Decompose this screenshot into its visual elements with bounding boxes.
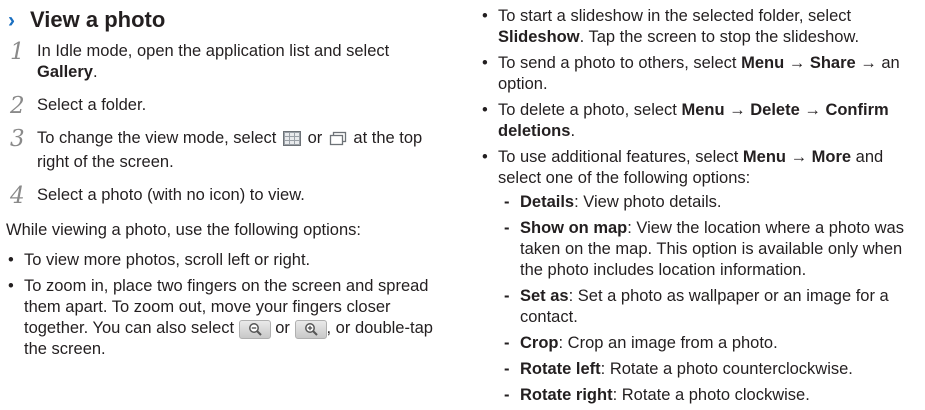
bullet-text: To delete a photo, select	[498, 101, 682, 119]
options-intro: While viewing a photo, use the following…	[6, 221, 361, 239]
bullet-slideshow: To start a slideshow in the selected fol…	[480, 6, 920, 48]
option-rotate-right: Rotate right: Rotate a photo clockwise.	[480, 385, 920, 406]
step-1: 1 In Idle mode, open the application lis…	[6, 39, 446, 83]
bullet-keyword: More	[811, 148, 852, 166]
step-number: 3	[10, 126, 25, 152]
bullet-delete: To delete a photo, select Menu → Delete …	[480, 100, 920, 142]
option-set-as: Set as: Set a photo as wallpaper or an i…	[480, 286, 920, 328]
folder-view-icon	[329, 131, 347, 152]
option-name: Rotate right	[520, 386, 613, 404]
option-name: Details	[520, 193, 575, 211]
bullet-text: To send a photo to others, select	[498, 54, 742, 72]
option-desc: : Set a photo as wallpaper or an image f…	[520, 287, 889, 326]
step-2: 2 Select a folder.	[6, 93, 446, 119]
option-name: Show on map	[520, 219, 628, 237]
zoom-in-icon	[294, 319, 327, 339]
bullet-keyword: Delete	[750, 101, 800, 119]
bullet-keyword: Menu	[681, 101, 725, 119]
bullet-text-end: . Tap the screen to stop the slideshow.	[579, 28, 860, 46]
option-details: Details: View photo details.	[480, 192, 920, 213]
option-name: Set as	[520, 287, 569, 305]
option-desc: : Rotate a photo clockwise.	[612, 386, 810, 404]
bullet-keyword: Menu	[742, 148, 786, 166]
step-number: 1	[10, 39, 25, 65]
step-text: To change the view mode, select	[37, 129, 281, 147]
bullet-share: To send a photo to others, select Menu →…	[480, 53, 920, 95]
option-name: Rotate left	[520, 360, 601, 378]
step-4: 4 Select a photo (with no icon) to view.	[6, 183, 446, 209]
section-heading: › View a photo	[6, 7, 446, 33]
option-crop: Crop: Crop an image from a photo.	[480, 333, 920, 354]
step-text: In Idle mode, open the application list …	[37, 42, 390, 60]
bullet-text-end: .	[570, 122, 576, 140]
arrow-text: →	[724, 101, 751, 119]
step-text-or: or	[302, 129, 327, 147]
bullet-more: To use additional features, select Menu …	[480, 147, 920, 189]
step-text: Select a folder.	[37, 96, 147, 114]
bullet-keyword: Share	[809, 54, 856, 72]
arrow-text: →	[786, 148, 812, 166]
option-desc: : View photo details.	[574, 193, 722, 211]
step-keyword: Gallery	[37, 63, 93, 81]
step-3: 3 To change the view mode, select or at …	[6, 126, 446, 173]
option-desc: : Rotate a photo counterclockwise.	[600, 360, 853, 378]
step-text: Select a photo (with no icon) to view.	[37, 186, 305, 204]
left-column: › View a photo 1 In Idle mode, open the …	[6, 0, 446, 360]
bullet-zoom: To zoom in, place two fingers on the scr…	[6, 276, 446, 360]
bullet-keyword: Slideshow	[498, 28, 580, 46]
right-column: To start a slideshow in the selected fol…	[480, 0, 920, 406]
grid-view-icon	[282, 131, 301, 152]
bullet-text: To use additional features, select	[498, 148, 743, 166]
option-rotate-left: Rotate left: Rotate a photo counterclock…	[480, 359, 920, 380]
page-title: View a photo	[30, 7, 166, 32]
bullet-scroll: To view more photos, scroll left or righ…	[6, 250, 446, 271]
step-number: 2	[10, 93, 25, 119]
chevron-right-icon: ›	[8, 8, 15, 32]
bullet-text-or: or	[270, 319, 295, 337]
option-name: Crop	[520, 334, 559, 352]
step-text-end: .	[92, 63, 98, 81]
arrow-text: →	[784, 54, 810, 72]
bullet-text: To start a slideshow in the selected fol…	[498, 7, 852, 25]
step-number: 4	[10, 183, 25, 209]
option-desc: : Crop an image from a photo.	[558, 334, 778, 352]
bullet-keyword: Menu	[741, 54, 785, 72]
zoom-out-icon	[238, 319, 271, 339]
option-show-on-map: Show on map: View the location where a p…	[480, 218, 920, 281]
arrow-text: →	[799, 101, 826, 119]
